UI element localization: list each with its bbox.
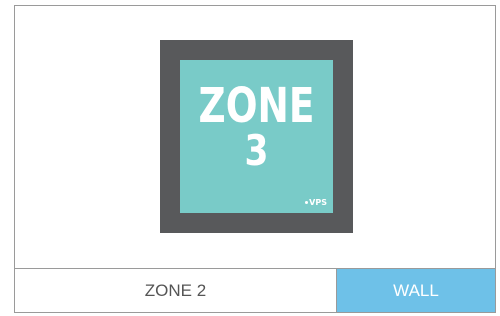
option-button-bar: ZONE 2 WALL	[15, 268, 495, 312]
preview-frame: ZONE 3 VPS ZONE 2 WALL	[14, 5, 496, 313]
zone-sign-number: 3	[244, 126, 269, 175]
logo-dot-icon	[305, 201, 309, 204]
zone-sign-border: ZONE 3 VPS	[160, 40, 353, 233]
zone-sign-panel: ZONE 3 VPS	[180, 60, 333, 213]
zone-2-button[interactable]: ZONE 2	[15, 269, 337, 312]
logo-text: VPS	[309, 198, 327, 207]
zone-sign-title: ZONE	[198, 78, 315, 134]
vps-logo: VPS	[305, 198, 327, 207]
wall-button[interactable]: WALL	[337, 269, 495, 312]
